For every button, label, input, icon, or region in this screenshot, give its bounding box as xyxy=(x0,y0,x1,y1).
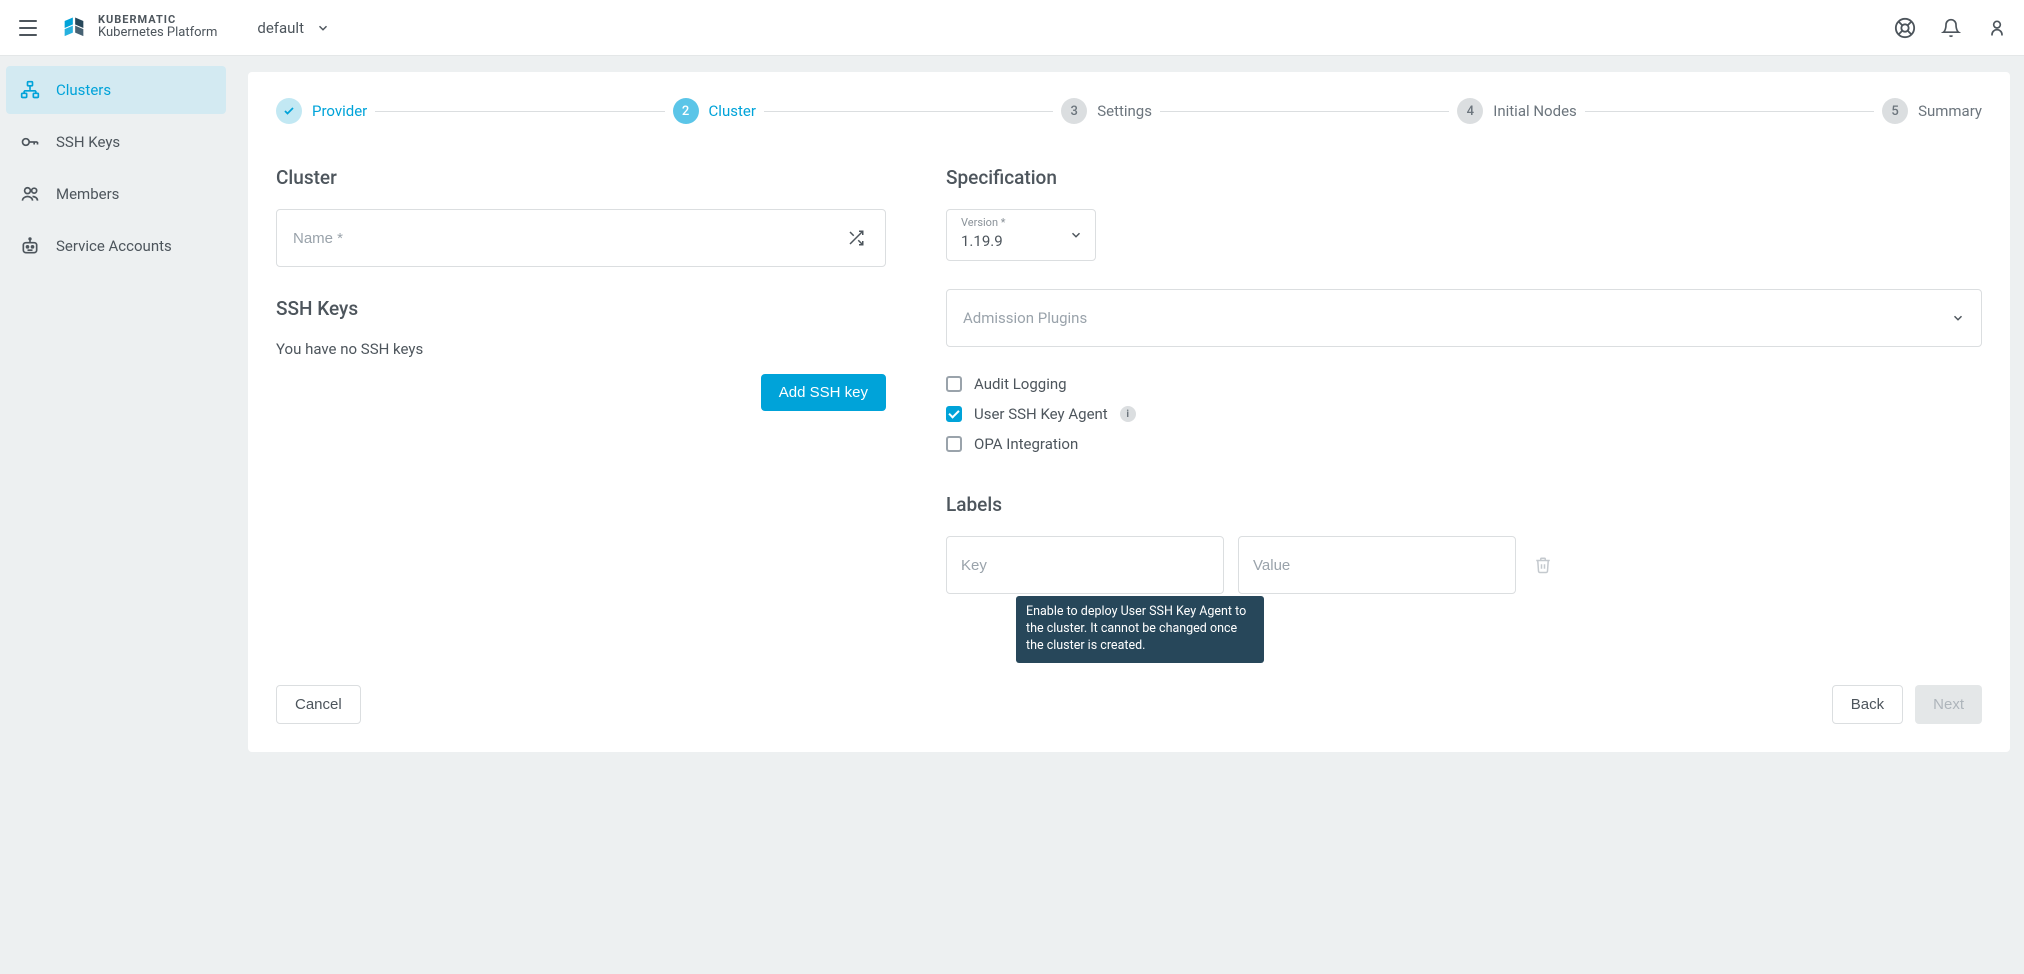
section-title-labels: Labels xyxy=(946,493,1982,516)
version-select[interactable]: Version * 1.19.9 xyxy=(946,209,1096,261)
project-name: default xyxy=(257,19,304,37)
step-label: Summary xyxy=(1918,102,1982,120)
checkbox-opa-integration[interactable]: OPA Integration xyxy=(946,435,1982,453)
sidebar-item-service-accounts[interactable]: Service Accounts xyxy=(6,222,226,270)
sidebar-item-members[interactable]: Members xyxy=(6,170,226,218)
step-provider[interactable]: Provider xyxy=(276,98,367,124)
chevron-down-icon xyxy=(1069,228,1083,242)
step-divider xyxy=(764,111,1053,112)
version-value: 1.19.9 xyxy=(961,232,1003,250)
step-number: 3 xyxy=(1061,98,1087,124)
sidebar-item-clusters[interactable]: Clusters xyxy=(6,66,226,114)
step-label: Cluster xyxy=(709,102,756,120)
notifications-icon[interactable] xyxy=(1940,17,1962,39)
step-number: 2 xyxy=(673,98,699,124)
section-title-spec: Specification xyxy=(946,166,1982,189)
label-value-input[interactable] xyxy=(1238,536,1516,594)
sidebar-nav: Clusters SSH Keys Members Service Accoun… xyxy=(0,56,232,766)
sidebar-item-label: Service Accounts xyxy=(56,237,172,255)
step-divider xyxy=(1160,111,1449,112)
step-settings[interactable]: 3 Settings xyxy=(1061,98,1152,124)
step-label: Settings xyxy=(1097,102,1152,120)
add-ssh-key-button[interactable]: Add SSH key xyxy=(761,374,886,411)
step-label: Initial Nodes xyxy=(1493,102,1577,120)
clusters-icon xyxy=(20,80,40,100)
cancel-button[interactable]: Cancel xyxy=(276,685,361,724)
members-icon xyxy=(20,184,40,204)
cluster-name-input[interactable] xyxy=(293,230,843,247)
sidebar-item-label: Members xyxy=(56,185,119,203)
kubermatic-logo-icon xyxy=(60,14,88,42)
cluster-name-field[interactable] xyxy=(276,209,886,267)
service-accounts-icon xyxy=(20,236,40,256)
version-label: Version * xyxy=(961,216,1006,229)
trash-icon xyxy=(1530,552,1556,578)
checkbox-audit-logging[interactable]: Audit Logging xyxy=(946,375,1982,393)
tooltip-user-ssh-key-agent: Enable to deploy User SSH Key Agent to t… xyxy=(1016,596,1264,663)
wizard-stepper: Provider 2 Cluster 3 Settings 4 Initial … xyxy=(276,98,1982,124)
admission-plugins-select[interactable]: Admission Plugins xyxy=(946,289,1982,347)
wizard-card: Provider 2 Cluster 3 Settings 4 Initial … xyxy=(248,72,2010,752)
logo-text: KUBERMATIC Kubernetes Platform xyxy=(98,14,217,40)
brand-subtitle: Kubernetes Platform xyxy=(98,26,217,40)
sidebar-item-label: Clusters xyxy=(56,81,111,99)
step-initial-nodes[interactable]: 4 Initial Nodes xyxy=(1457,98,1577,124)
step-number: 4 xyxy=(1457,98,1483,124)
header-actions xyxy=(1894,17,2008,39)
step-divider xyxy=(1585,111,1874,112)
step-cluster[interactable]: 2 Cluster xyxy=(673,98,756,124)
checkbox-icon[interactable] xyxy=(946,436,962,452)
shuffle-icon[interactable] xyxy=(843,225,869,251)
section-title-ssh: SSH Keys xyxy=(276,297,886,320)
next-button: Next xyxy=(1915,685,1982,724)
checkbox-user-ssh-key-agent[interactable]: User SSH Key Agent i xyxy=(946,405,1982,423)
checkbox-icon[interactable] xyxy=(946,376,962,392)
admission-plugins-placeholder: Admission Plugins xyxy=(963,309,1087,327)
info-icon[interactable]: i xyxy=(1120,406,1136,422)
label-key-input[interactable] xyxy=(946,536,1224,594)
step-summary[interactable]: 5 Summary xyxy=(1882,98,1982,124)
step-number: 5 xyxy=(1882,98,1908,124)
key-icon xyxy=(20,132,40,152)
section-title-cluster: Cluster xyxy=(276,166,886,189)
menu-toggle-button[interactable] xyxy=(16,16,40,40)
app-header: KUBERMATIC Kubernetes Platform default xyxy=(0,0,2024,56)
sidebar-item-label: SSH Keys xyxy=(56,133,120,151)
ssh-empty-text: You have no SSH keys xyxy=(276,340,886,358)
checkbox-label: Audit Logging xyxy=(974,375,1067,393)
logo[interactable]: KUBERMATIC Kubernetes Platform xyxy=(60,14,217,42)
project-selector[interactable]: default xyxy=(257,19,330,37)
wizard-footer: Cancel Back Next xyxy=(276,655,1982,724)
step-divider xyxy=(375,111,664,112)
checkbox-icon[interactable] xyxy=(946,406,962,422)
back-button[interactable]: Back xyxy=(1832,685,1903,724)
checkbox-label: OPA Integration xyxy=(974,435,1078,453)
chevron-down-icon xyxy=(1951,311,1965,325)
chevron-down-icon xyxy=(316,21,330,35)
step-label: Provider xyxy=(312,102,367,120)
user-icon[interactable] xyxy=(1986,17,2008,39)
checkbox-label: User SSH Key Agent xyxy=(974,405,1108,423)
help-icon[interactable] xyxy=(1894,17,1916,39)
sidebar-item-ssh-keys[interactable]: SSH Keys xyxy=(6,118,226,166)
